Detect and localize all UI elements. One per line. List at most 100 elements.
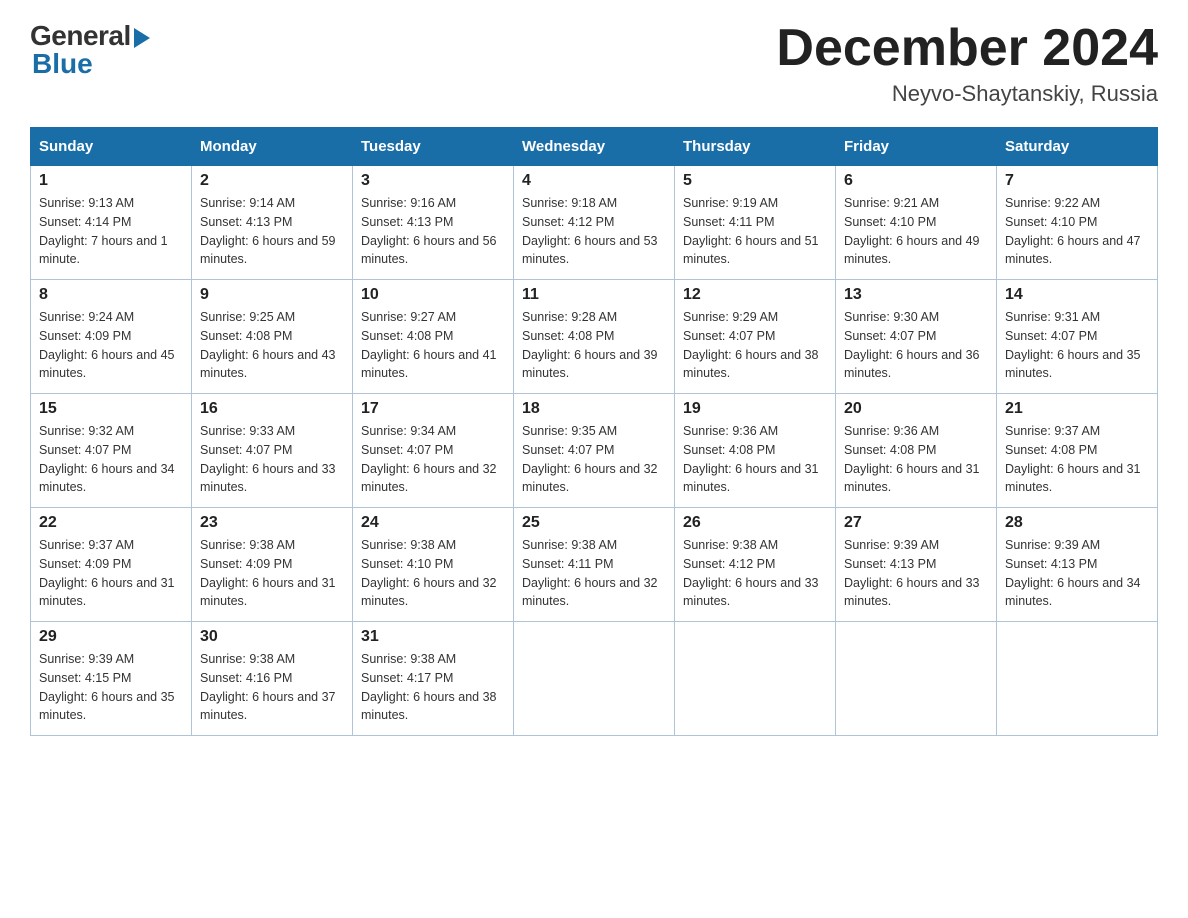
table-row: 19 Sunrise: 9:36 AM Sunset: 4:08 PM Dayl…	[675, 394, 836, 508]
table-row: 12 Sunrise: 9:29 AM Sunset: 4:07 PM Dayl…	[675, 280, 836, 394]
day-info: Sunrise: 9:29 AM Sunset: 4:07 PM Dayligh…	[683, 308, 827, 383]
day-number: 29	[39, 628, 183, 646]
day-number: 1	[39, 172, 183, 190]
day-number: 2	[200, 172, 344, 190]
table-row: 15 Sunrise: 9:32 AM Sunset: 4:07 PM Dayl…	[31, 394, 192, 508]
table-row: 31 Sunrise: 9:38 AM Sunset: 4:17 PM Dayl…	[353, 622, 514, 736]
day-info: Sunrise: 9:38 AM Sunset: 4:16 PM Dayligh…	[200, 650, 344, 725]
day-info: Sunrise: 9:28 AM Sunset: 4:08 PM Dayligh…	[522, 308, 666, 383]
day-number: 15	[39, 400, 183, 418]
day-number: 18	[522, 400, 666, 418]
table-row: 6 Sunrise: 9:21 AM Sunset: 4:10 PM Dayli…	[836, 166, 997, 280]
day-info: Sunrise: 9:30 AM Sunset: 4:07 PM Dayligh…	[844, 308, 988, 383]
table-row: 10 Sunrise: 9:27 AM Sunset: 4:08 PM Dayl…	[353, 280, 514, 394]
table-row: 26 Sunrise: 9:38 AM Sunset: 4:12 PM Dayl…	[675, 508, 836, 622]
col-friday: Friday	[836, 128, 997, 166]
table-row: 14 Sunrise: 9:31 AM Sunset: 4:07 PM Dayl…	[997, 280, 1158, 394]
day-info: Sunrise: 9:34 AM Sunset: 4:07 PM Dayligh…	[361, 422, 505, 497]
day-info: Sunrise: 9:25 AM Sunset: 4:08 PM Dayligh…	[200, 308, 344, 383]
calendar-table: Sunday Monday Tuesday Wednesday Thursday…	[30, 127, 1158, 736]
table-row	[675, 622, 836, 736]
table-row: 20 Sunrise: 9:36 AM Sunset: 4:08 PM Dayl…	[836, 394, 997, 508]
table-row: 17 Sunrise: 9:34 AM Sunset: 4:07 PM Dayl…	[353, 394, 514, 508]
day-number: 11	[522, 286, 666, 304]
table-row: 9 Sunrise: 9:25 AM Sunset: 4:08 PM Dayli…	[192, 280, 353, 394]
day-number: 30	[200, 628, 344, 646]
calendar-week-row: 8 Sunrise: 9:24 AM Sunset: 4:09 PM Dayli…	[31, 280, 1158, 394]
day-number: 20	[844, 400, 988, 418]
month-title: December 2024	[776, 20, 1158, 77]
table-row: 2 Sunrise: 9:14 AM Sunset: 4:13 PM Dayli…	[192, 166, 353, 280]
day-number: 5	[683, 172, 827, 190]
day-number: 7	[1005, 172, 1149, 190]
col-wednesday: Wednesday	[514, 128, 675, 166]
calendar-week-row: 1 Sunrise: 9:13 AM Sunset: 4:14 PM Dayli…	[31, 166, 1158, 280]
title-section: December 2024 Neyvo-Shaytanskiy, Russia	[776, 20, 1158, 107]
table-row: 16 Sunrise: 9:33 AM Sunset: 4:07 PM Dayl…	[192, 394, 353, 508]
day-info: Sunrise: 9:38 AM Sunset: 4:10 PM Dayligh…	[361, 536, 505, 611]
day-number: 6	[844, 172, 988, 190]
day-info: Sunrise: 9:19 AM Sunset: 4:11 PM Dayligh…	[683, 194, 827, 269]
day-info: Sunrise: 9:31 AM Sunset: 4:07 PM Dayligh…	[1005, 308, 1149, 383]
col-tuesday: Tuesday	[353, 128, 514, 166]
day-info: Sunrise: 9:38 AM Sunset: 4:17 PM Dayligh…	[361, 650, 505, 725]
col-saturday: Saturday	[997, 128, 1158, 166]
day-number: 12	[683, 286, 827, 304]
day-number: 3	[361, 172, 505, 190]
day-info: Sunrise: 9:22 AM Sunset: 4:10 PM Dayligh…	[1005, 194, 1149, 269]
table-row: 22 Sunrise: 9:37 AM Sunset: 4:09 PM Dayl…	[31, 508, 192, 622]
page-header: General Blue December 2024 Neyvo-Shaytan…	[30, 20, 1158, 107]
day-info: Sunrise: 9:32 AM Sunset: 4:07 PM Dayligh…	[39, 422, 183, 497]
table-row: 28 Sunrise: 9:39 AM Sunset: 4:13 PM Dayl…	[997, 508, 1158, 622]
day-info: Sunrise: 9:37 AM Sunset: 4:08 PM Dayligh…	[1005, 422, 1149, 497]
day-info: Sunrise: 9:33 AM Sunset: 4:07 PM Dayligh…	[200, 422, 344, 497]
day-info: Sunrise: 9:21 AM Sunset: 4:10 PM Dayligh…	[844, 194, 988, 269]
table-row: 29 Sunrise: 9:39 AM Sunset: 4:15 PM Dayl…	[31, 622, 192, 736]
col-thursday: Thursday	[675, 128, 836, 166]
day-info: Sunrise: 9:39 AM Sunset: 4:15 PM Dayligh…	[39, 650, 183, 725]
day-number: 13	[844, 286, 988, 304]
day-info: Sunrise: 9:13 AM Sunset: 4:14 PM Dayligh…	[39, 194, 183, 269]
table-row: 13 Sunrise: 9:30 AM Sunset: 4:07 PM Dayl…	[836, 280, 997, 394]
day-number: 28	[1005, 514, 1149, 532]
day-info: Sunrise: 9:39 AM Sunset: 4:13 PM Dayligh…	[1005, 536, 1149, 611]
day-info: Sunrise: 9:24 AM Sunset: 4:09 PM Dayligh…	[39, 308, 183, 383]
day-number: 10	[361, 286, 505, 304]
calendar-week-row: 29 Sunrise: 9:39 AM Sunset: 4:15 PM Dayl…	[31, 622, 1158, 736]
table-row: 27 Sunrise: 9:39 AM Sunset: 4:13 PM Dayl…	[836, 508, 997, 622]
table-row: 25 Sunrise: 9:38 AM Sunset: 4:11 PM Dayl…	[514, 508, 675, 622]
day-number: 8	[39, 286, 183, 304]
day-number: 19	[683, 400, 827, 418]
day-info: Sunrise: 9:37 AM Sunset: 4:09 PM Dayligh…	[39, 536, 183, 611]
table-row: 21 Sunrise: 9:37 AM Sunset: 4:08 PM Dayl…	[997, 394, 1158, 508]
day-info: Sunrise: 9:38 AM Sunset: 4:12 PM Dayligh…	[683, 536, 827, 611]
day-info: Sunrise: 9:36 AM Sunset: 4:08 PM Dayligh…	[683, 422, 827, 497]
day-info: Sunrise: 9:27 AM Sunset: 4:08 PM Dayligh…	[361, 308, 505, 383]
day-number: 24	[361, 514, 505, 532]
table-row: 18 Sunrise: 9:35 AM Sunset: 4:07 PM Dayl…	[514, 394, 675, 508]
day-info: Sunrise: 9:38 AM Sunset: 4:11 PM Dayligh…	[522, 536, 666, 611]
table-row: 30 Sunrise: 9:38 AM Sunset: 4:16 PM Dayl…	[192, 622, 353, 736]
table-row	[997, 622, 1158, 736]
logo-arrow-icon	[134, 28, 150, 48]
logo-blue-text: Blue	[32, 48, 93, 80]
day-number: 27	[844, 514, 988, 532]
day-number: 31	[361, 628, 505, 646]
day-info: Sunrise: 9:16 AM Sunset: 4:13 PM Dayligh…	[361, 194, 505, 269]
col-monday: Monday	[192, 128, 353, 166]
table-row	[836, 622, 997, 736]
table-row: 8 Sunrise: 9:24 AM Sunset: 4:09 PM Dayli…	[31, 280, 192, 394]
col-sunday: Sunday	[31, 128, 192, 166]
calendar-header-row: Sunday Monday Tuesday Wednesday Thursday…	[31, 128, 1158, 166]
table-row: 23 Sunrise: 9:38 AM Sunset: 4:09 PM Dayl…	[192, 508, 353, 622]
day-info: Sunrise: 9:14 AM Sunset: 4:13 PM Dayligh…	[200, 194, 344, 269]
day-info: Sunrise: 9:35 AM Sunset: 4:07 PM Dayligh…	[522, 422, 666, 497]
day-number: 14	[1005, 286, 1149, 304]
location-text: Neyvo-Shaytanskiy, Russia	[776, 81, 1158, 107]
day-number: 21	[1005, 400, 1149, 418]
calendar-week-row: 22 Sunrise: 9:37 AM Sunset: 4:09 PM Dayl…	[31, 508, 1158, 622]
day-info: Sunrise: 9:39 AM Sunset: 4:13 PM Dayligh…	[844, 536, 988, 611]
day-info: Sunrise: 9:36 AM Sunset: 4:08 PM Dayligh…	[844, 422, 988, 497]
table-row: 3 Sunrise: 9:16 AM Sunset: 4:13 PM Dayli…	[353, 166, 514, 280]
table-row: 5 Sunrise: 9:19 AM Sunset: 4:11 PM Dayli…	[675, 166, 836, 280]
